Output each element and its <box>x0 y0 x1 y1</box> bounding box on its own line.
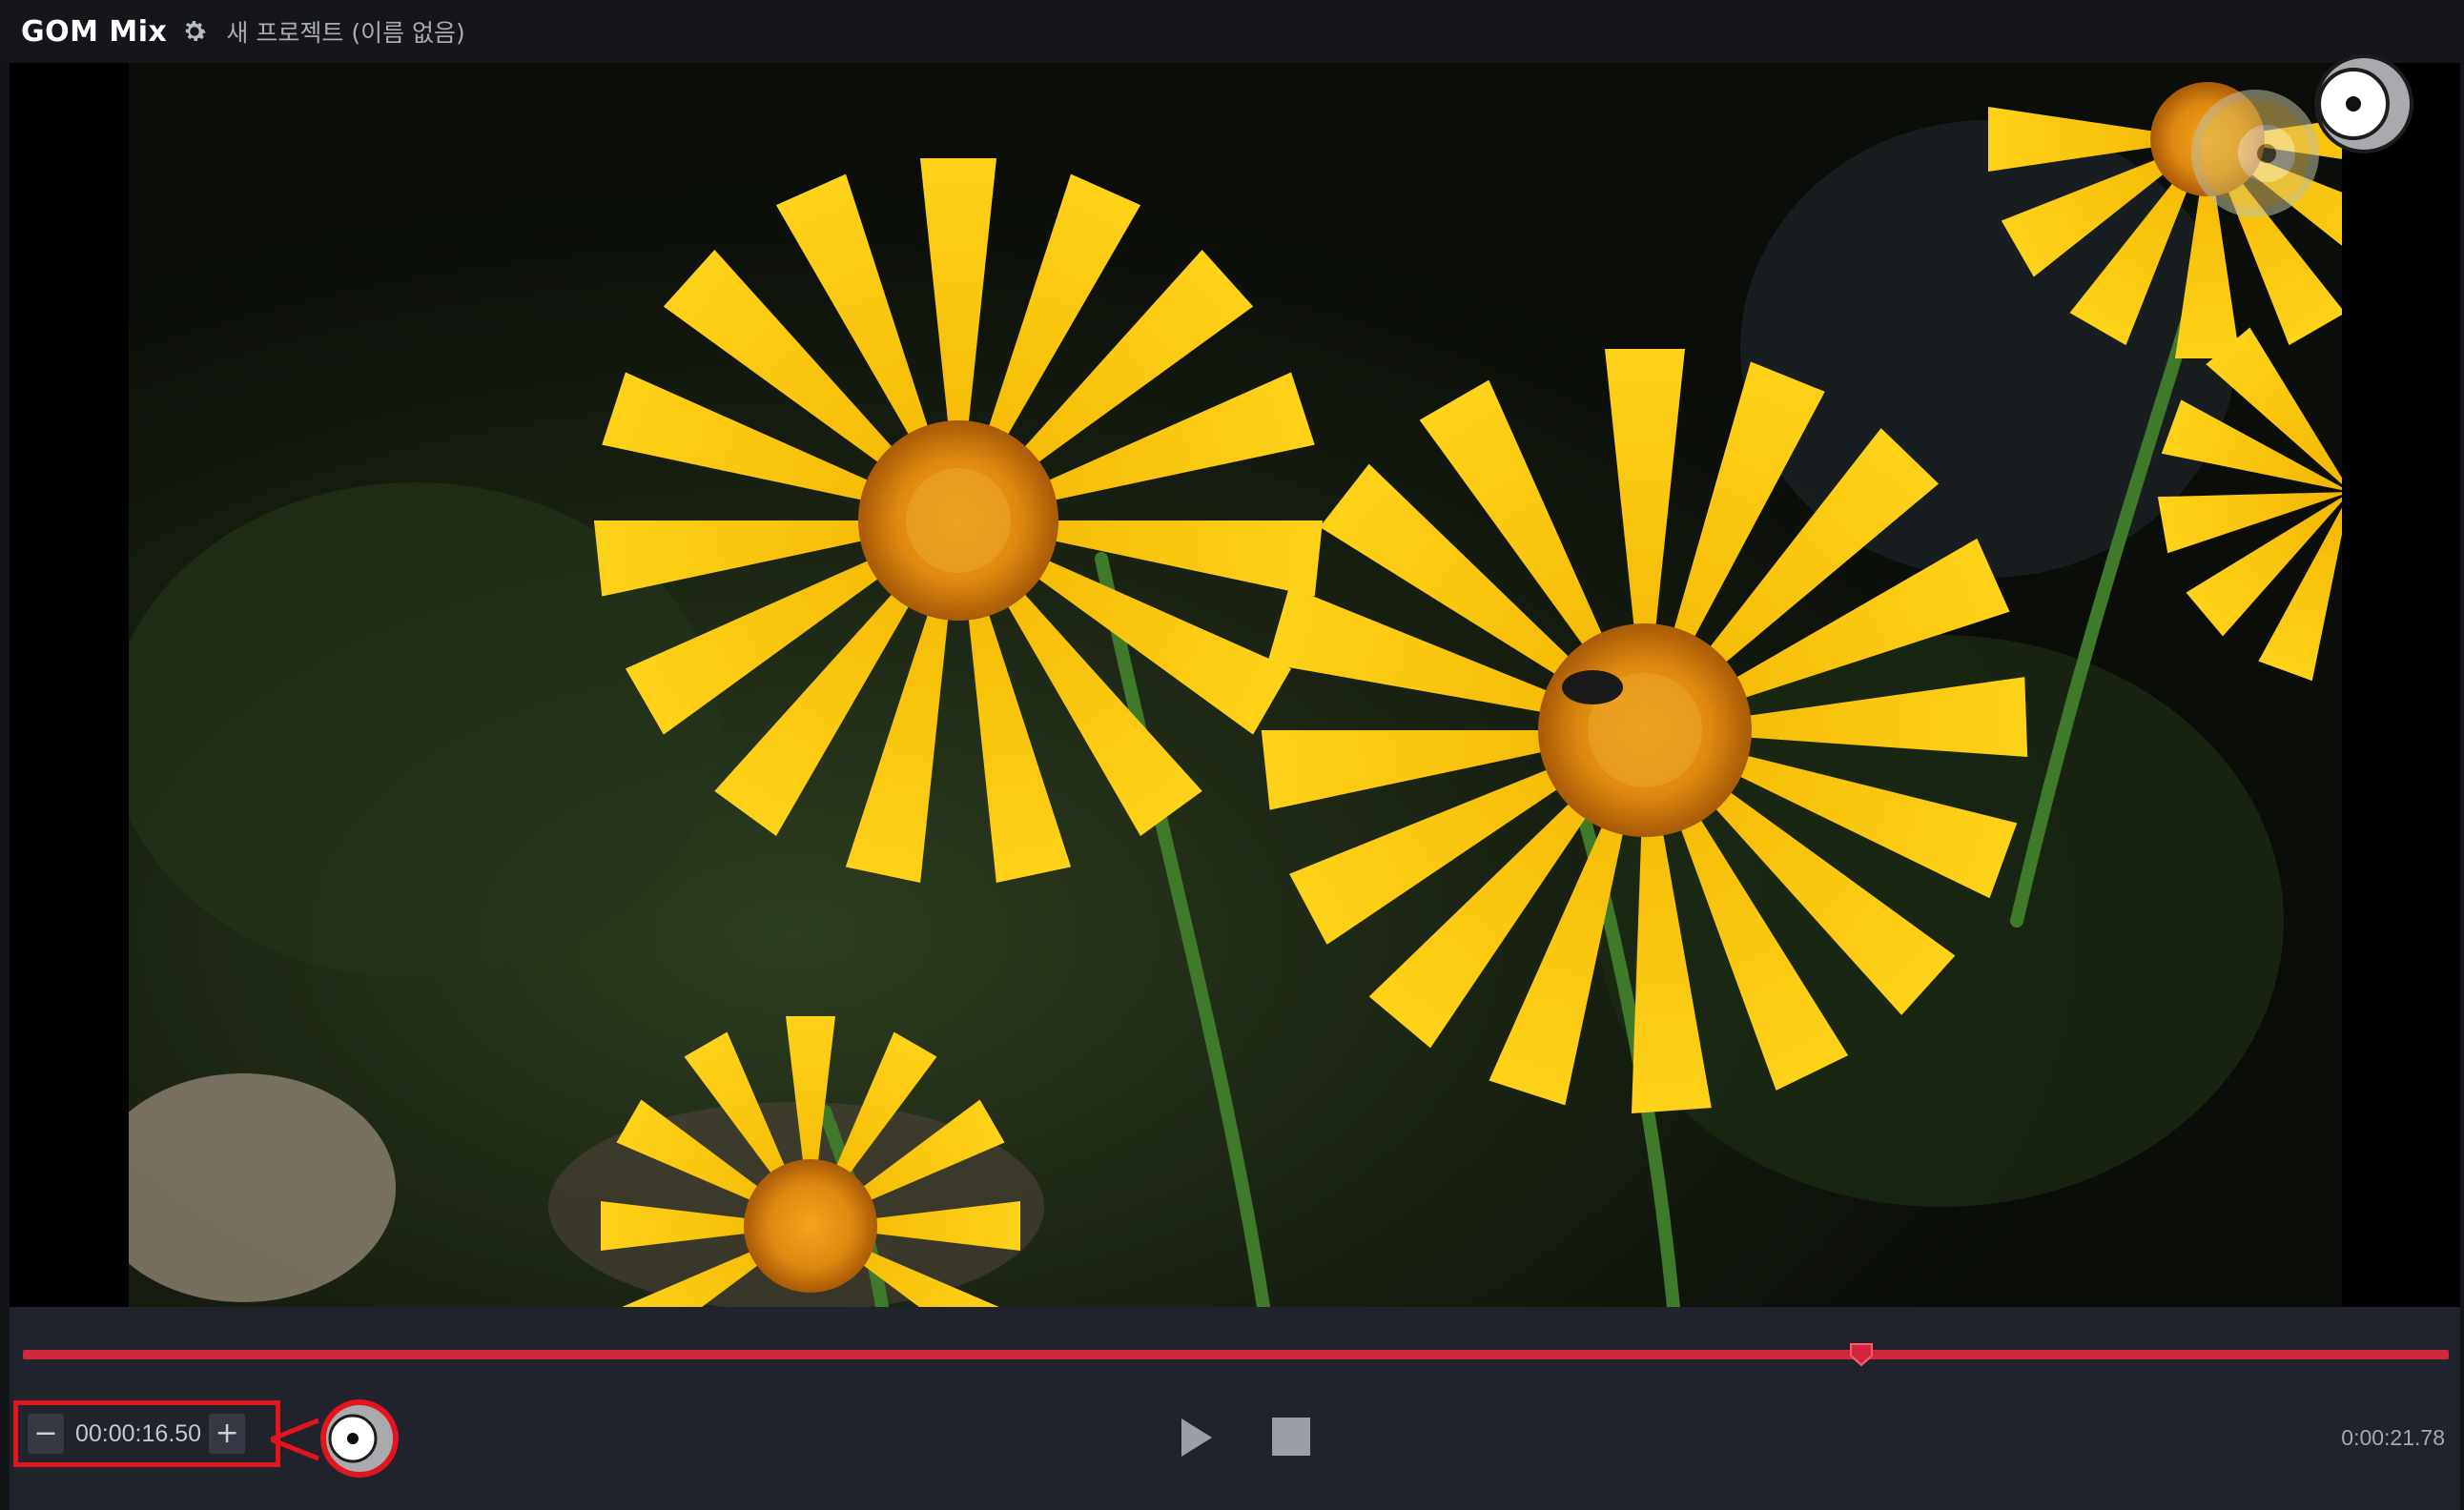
project-name: 새 프로젝트 (이름 없음) <box>226 19 465 47</box>
gear-icon[interactable] <box>180 17 209 46</box>
decrement-button[interactable]: − <box>28 1414 64 1454</box>
title-bar: GOM Mix 새 프로젝트 (이름 없음) <box>0 0 2464 63</box>
video-frame[interactable] <box>129 63 2342 1307</box>
total-duration: 0:00:21.78 <box>2341 1425 2445 1450</box>
seek-bar[interactable] <box>23 1343 2449 1367</box>
stop-icon[interactable] <box>1272 1418 1310 1456</box>
current-time-value[interactable]: 00:00:16.50 <box>75 1420 201 1448</box>
seek-thumb[interactable] <box>1849 1342 1874 1367</box>
preview-area <box>10 63 2460 1307</box>
pointer-annotation-icon <box>320 1399 399 1478</box>
play-icon[interactable] <box>1178 1416 1216 1459</box>
increment-button[interactable]: + <box>209 1414 246 1454</box>
pointer-annotation-icon <box>2314 54 2413 153</box>
app-logo: GOM Mix <box>21 14 168 49</box>
time-stepper: − 00:00:16.50 + <box>13 1400 280 1467</box>
